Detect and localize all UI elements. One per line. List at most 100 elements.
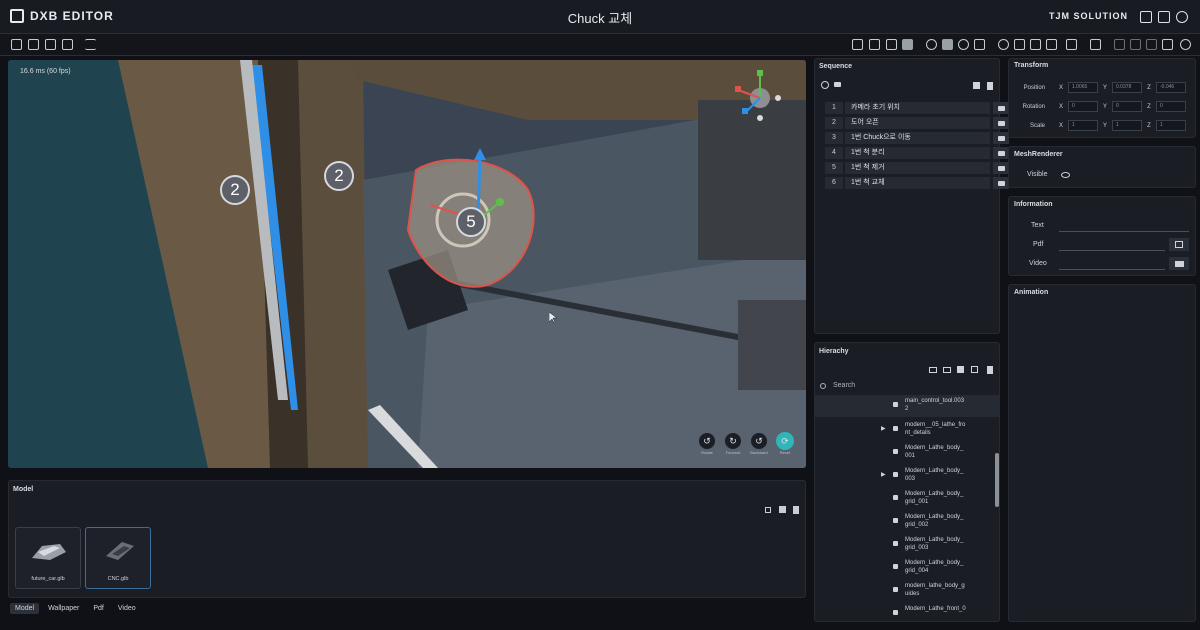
backward-icon[interactable]: ↺ bbox=[750, 432, 768, 450]
tab-wallpaper[interactable]: Wallpaper bbox=[43, 603, 84, 614]
camera-icon[interactable] bbox=[993, 117, 1009, 129]
sequence-row[interactable]: 1 카메라 초기 위치 bbox=[825, 102, 1009, 114]
rotate-control[interactable]: ↺ Rotate bbox=[694, 432, 720, 455]
layout-single-icon[interactable] bbox=[852, 39, 863, 50]
text-size-icon[interactable] bbox=[1114, 39, 1125, 50]
sequence-row[interactable]: 5 1번 척 제거 bbox=[825, 162, 1009, 174]
rotation-y-field[interactable]: 0 bbox=[1112, 101, 1142, 112]
camera-icon[interactable] bbox=[993, 177, 1009, 189]
forward-icon[interactable]: ↻ bbox=[724, 432, 742, 450]
text-icon[interactable] bbox=[1130, 39, 1141, 50]
hierarchy-tree-icon[interactable] bbox=[943, 367, 951, 373]
step-label[interactable]: 1번 Chuck으로 이동 bbox=[845, 132, 990, 144]
tab-video[interactable]: Video bbox=[113, 603, 141, 614]
scale-x-field[interactable]: 1 bbox=[1068, 120, 1098, 131]
step-label[interactable]: 1번 척 제거 bbox=[845, 162, 990, 174]
rotate-right-icon[interactable] bbox=[1030, 39, 1041, 50]
pin-icon[interactable] bbox=[765, 507, 771, 513]
text-label: Text bbox=[1031, 222, 1044, 229]
add-model-icon[interactable] bbox=[779, 506, 786, 513]
add-step-icon[interactable] bbox=[821, 81, 829, 89]
visible-eye-icon[interactable] bbox=[1061, 172, 1070, 178]
delete-sequence-icon[interactable] bbox=[987, 82, 993, 90]
axis-y: Y bbox=[1102, 103, 1107, 110]
document-icon[interactable] bbox=[1158, 11, 1170, 23]
add-node-icon[interactable] bbox=[957, 366, 964, 373]
3d-viewport[interactable]: 16.6 ms (60 fps) 2 2 5 ↺ Rotate ↻ Forwar… bbox=[8, 60, 806, 468]
step-label[interactable]: 카메라 초기 위치 bbox=[845, 102, 990, 114]
new-file-icon[interactable] bbox=[11, 39, 22, 50]
save-icon[interactable] bbox=[45, 39, 56, 50]
eye-icon[interactable] bbox=[1180, 39, 1191, 50]
scale-tool-icon[interactable] bbox=[974, 39, 985, 50]
camera-icon[interactable] bbox=[834, 82, 841, 87]
position-z-field[interactable]: -0.046 bbox=[1156, 82, 1186, 93]
rotate-left-icon[interactable] bbox=[1014, 39, 1025, 50]
view-mode-icon[interactable] bbox=[902, 39, 913, 50]
camera-icon[interactable] bbox=[993, 147, 1009, 159]
camera-icon[interactable] bbox=[993, 162, 1009, 174]
sequence-row[interactable]: 6 1번 척 교체 bbox=[825, 177, 1009, 189]
position-y-field[interactable]: 0.0378 bbox=[1112, 82, 1142, 93]
open-folder-icon[interactable] bbox=[28, 39, 39, 50]
info-icon[interactable] bbox=[1176, 11, 1188, 23]
model-card[interactable]: CNC.glb bbox=[85, 527, 151, 589]
step-label[interactable]: 1번 척 교체 bbox=[845, 177, 990, 189]
layers-icon[interactable] bbox=[1162, 39, 1173, 50]
position-x-field[interactable]: 1.0065 bbox=[1068, 82, 1098, 93]
backward-control[interactable]: ↺ Backward bbox=[746, 432, 772, 455]
scale-row: Scale X 1 Y 1 Z 1 bbox=[1015, 120, 1186, 131]
menu-list-icon[interactable] bbox=[85, 39, 96, 50]
sequence-row[interactable]: 3 1번 Chuck으로 이동 bbox=[825, 132, 1009, 144]
group-icon[interactable] bbox=[929, 367, 937, 373]
sequence-row[interactable]: 2 도어 오픈 bbox=[825, 117, 1009, 129]
hotspot-marker[interactable]: 2 bbox=[220, 175, 250, 205]
orbit-icon[interactable] bbox=[998, 39, 1009, 50]
item-label: modern_lathe_body_g bbox=[905, 583, 965, 589]
delete-model-icon[interactable] bbox=[793, 506, 799, 514]
checker-icon[interactable] bbox=[886, 39, 897, 50]
grid-snap-icon[interactable] bbox=[1090, 39, 1101, 50]
video-field[interactable] bbox=[1059, 259, 1165, 270]
rotation-x-field[interactable]: 0 bbox=[1068, 101, 1098, 112]
tab-model[interactable]: Model bbox=[10, 603, 40, 614]
flip-icon[interactable] bbox=[1046, 39, 1057, 50]
scale-y-field[interactable]: 1 bbox=[1112, 120, 1142, 131]
item-label: Modern_Lathe_body_ bbox=[905, 537, 964, 543]
align-icon[interactable] bbox=[1066, 39, 1077, 50]
forward-control[interactable]: ↻ Forward bbox=[720, 432, 746, 455]
save-as-icon[interactable] bbox=[62, 39, 73, 50]
rotation-z-field[interactable]: 0 bbox=[1156, 101, 1186, 112]
layout-grid-icon[interactable] bbox=[869, 39, 880, 50]
delete-node-icon[interactable] bbox=[987, 366, 993, 374]
step-label[interactable]: 1번 척 분리 bbox=[845, 147, 990, 159]
step-number: 2 bbox=[825, 117, 843, 129]
text-field[interactable] bbox=[1059, 221, 1189, 232]
pdf-field[interactable] bbox=[1059, 240, 1165, 251]
camera-icon[interactable] bbox=[993, 132, 1009, 144]
hotspot-marker[interactable]: 5 bbox=[456, 207, 486, 237]
scale-z-field[interactable]: 1 bbox=[1156, 120, 1186, 131]
step-label[interactable]: 도어 오픈 bbox=[845, 117, 990, 129]
hierarchy-scrollbar[interactable] bbox=[995, 453, 999, 507]
mail-icon[interactable] bbox=[1140, 11, 1152, 23]
save-sequence-icon[interactable] bbox=[973, 82, 980, 89]
rotate-icon[interactable]: ↺ bbox=[698, 432, 716, 450]
move-tool-icon[interactable] bbox=[942, 39, 953, 50]
camera-icon[interactable] bbox=[993, 102, 1009, 114]
pdf-upload-button[interactable] bbox=[1169, 238, 1189, 251]
model-card[interactable]: future_car.glb bbox=[15, 527, 81, 589]
reset-control[interactable]: ⟳ Reset bbox=[772, 432, 798, 455]
rotate-tool-icon[interactable] bbox=[958, 39, 969, 50]
video-upload-button[interactable] bbox=[1169, 257, 1189, 270]
hand-pan-icon[interactable] bbox=[926, 39, 937, 50]
expand-arrow-icon[interactable]: ▶ bbox=[881, 425, 886, 432]
search-input[interactable]: Search bbox=[819, 381, 997, 393]
duplicate-icon[interactable] bbox=[971, 366, 978, 373]
sequence-row[interactable]: 4 1번 척 분리 bbox=[825, 147, 1009, 159]
reset-icon[interactable]: ⟳ bbox=[776, 432, 794, 450]
expand-arrow-icon[interactable]: ▶ bbox=[881, 471, 886, 478]
bookmark-icon[interactable] bbox=[1146, 39, 1157, 50]
tab-pdf[interactable]: Pdf bbox=[88, 603, 109, 614]
hotspot-marker[interactable]: 2 bbox=[324, 161, 354, 191]
